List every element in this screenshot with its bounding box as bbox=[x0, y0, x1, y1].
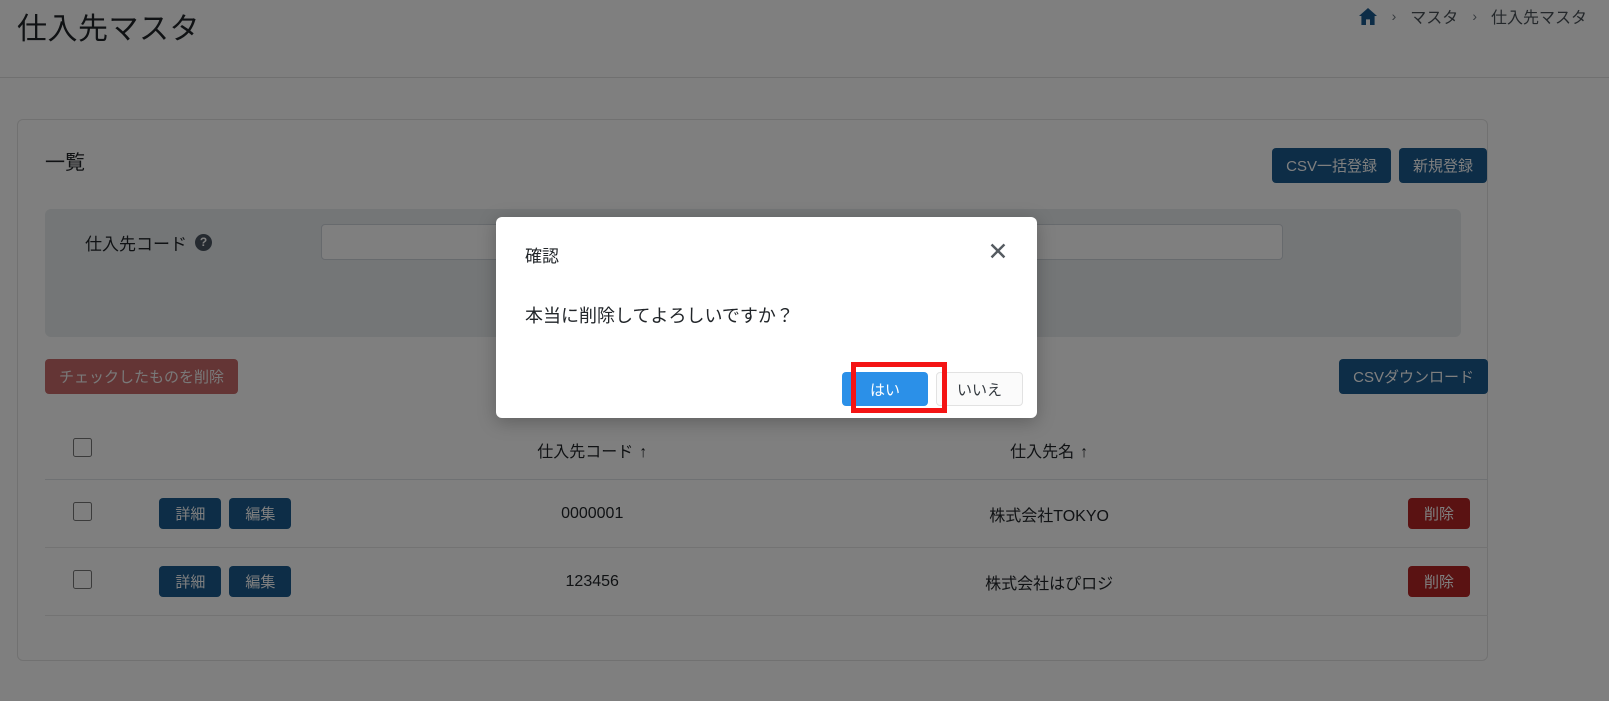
dialog-footer: はい いいえ bbox=[841, 372, 1023, 406]
confirm-dialog: 確認 ✕ 本当に削除してよろしいですか？ はい いいえ bbox=[496, 217, 1037, 418]
dialog-message: 本当に削除してよろしいですか？ bbox=[525, 306, 794, 326]
dialog-title: 確認 bbox=[525, 247, 559, 266]
confirm-no-button[interactable]: いいえ bbox=[935, 372, 1023, 406]
close-icon[interactable]: ✕ bbox=[981, 235, 1015, 269]
dialog-header: 確認 ✕ bbox=[496, 217, 1037, 289]
confirm-yes-button[interactable]: はい bbox=[841, 372, 928, 406]
